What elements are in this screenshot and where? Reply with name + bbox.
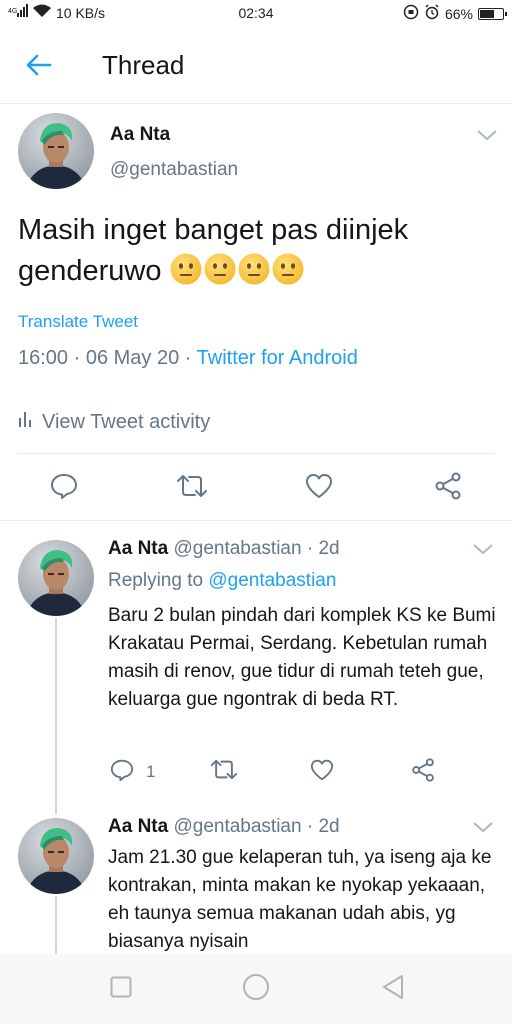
alarm-icon <box>424 4 440 23</box>
like-icon <box>305 473 333 504</box>
share-icon <box>411 757 435 787</box>
thread-line <box>55 896 57 954</box>
thread-line <box>55 618 57 814</box>
like-button[interactable] <box>308 758 336 786</box>
retweet-button[interactable] <box>174 472 210 504</box>
view-tweet-activity-label: View Tweet activity <box>42 410 211 433</box>
replying-to: Replying to @gentabastian <box>108 570 336 592</box>
home-button[interactable] <box>230 954 282 1024</box>
divider <box>0 520 512 521</box>
neutral-face-emoji <box>238 253 270 285</box>
bar-chart-icon <box>18 410 34 434</box>
replying-to-handle[interactable]: @gentabastian <box>208 570 336 591</box>
status-bar: 4G 10 KB/s 02:34 66% <box>0 0 512 26</box>
chevron-down-icon[interactable] <box>472 820 494 834</box>
reply-icon <box>50 473 78 504</box>
author-name[interactable]: Aa Nta <box>110 124 170 146</box>
avatar[interactable] <box>18 113 94 189</box>
share-icon <box>434 472 462 505</box>
reply-header: Aa Nta @gentabastian · 2d <box>108 816 340 838</box>
like-button[interactable] <box>303 472 335 504</box>
tweet-date: 06 May 20 <box>85 347 180 369</box>
system-nav-bar <box>0 954 512 1024</box>
nav-square-icon <box>110 976 132 1003</box>
tweet-time: 16:00 <box>18 347 69 369</box>
view-tweet-activity[interactable]: View Tweet activity <box>18 410 210 434</box>
neutral-face-emoji <box>170 253 202 285</box>
tweet-source[interactable]: Twitter for Android <box>197 347 358 369</box>
reply-header: Aa Nta @gentabastian · 2d <box>108 538 340 560</box>
reply-button[interactable] <box>108 758 136 786</box>
back-nav-button[interactable] <box>368 954 418 1024</box>
nav-circle-icon <box>242 973 270 1006</box>
status-right: 66% <box>403 4 507 23</box>
recents-button[interactable] <box>96 954 146 1024</box>
reply-age: · 2d <box>306 538 340 559</box>
share-button[interactable] <box>432 472 464 504</box>
reply-author-handle[interactable]: @gentabastian <box>173 816 301 837</box>
page-title: Thread <box>102 50 185 80</box>
reply-icon <box>110 759 134 786</box>
meta-separator: · <box>68 347 86 369</box>
reply-text: Jam 21.30 gue kelaperan tuh, ya iseng aj… <box>108 847 492 952</box>
reply-author-handle[interactable]: @gentabastian <box>173 538 301 559</box>
retweet-icon <box>175 474 209 503</box>
divider <box>18 453 495 454</box>
chevron-down-icon[interactable] <box>472 542 494 556</box>
share-button[interactable] <box>409 757 437 787</box>
reply-author-name[interactable]: Aa Nta <box>108 816 168 837</box>
avatar[interactable] <box>18 540 94 616</box>
battery-icon <box>478 7 507 20</box>
vpn-icon <box>403 4 419 23</box>
reply-author-name[interactable]: Aa Nta <box>108 538 168 559</box>
reply-text: Baru 2 bulan pindah dari komplek KS ke B… <box>108 605 496 710</box>
translate-tweet-link[interactable]: Translate Tweet <box>18 312 138 332</box>
header: Thread <box>0 26 512 104</box>
retweet-button[interactable] <box>208 758 240 786</box>
like-icon <box>310 759 334 786</box>
replying-to-label: Replying to <box>108 570 204 591</box>
chevron-down-icon[interactable] <box>476 128 498 142</box>
neutral-face-emoji <box>204 253 236 285</box>
neutral-face-emoji <box>272 253 304 285</box>
reply-button[interactable] <box>48 472 80 504</box>
back-button[interactable] <box>22 50 56 84</box>
meta-separator: · <box>179 347 197 369</box>
tweet-meta: 16:00 · 06 May 20 · Twitter for Android <box>18 347 358 370</box>
reply-count: 1 <box>146 762 156 781</box>
reply-age: · 2d <box>306 816 340 837</box>
battery-percent: 66% <box>444 5 473 22</box>
author-handle[interactable]: @gentabastian <box>110 159 238 181</box>
back-arrow-icon <box>26 54 52 81</box>
tweet-text: Masih inget banget pas diinjek genderuwo <box>18 210 488 292</box>
avatar[interactable] <box>18 818 94 894</box>
emoji-row <box>170 255 306 287</box>
retweet-icon <box>209 759 239 785</box>
nav-triangle-icon <box>381 974 405 1005</box>
